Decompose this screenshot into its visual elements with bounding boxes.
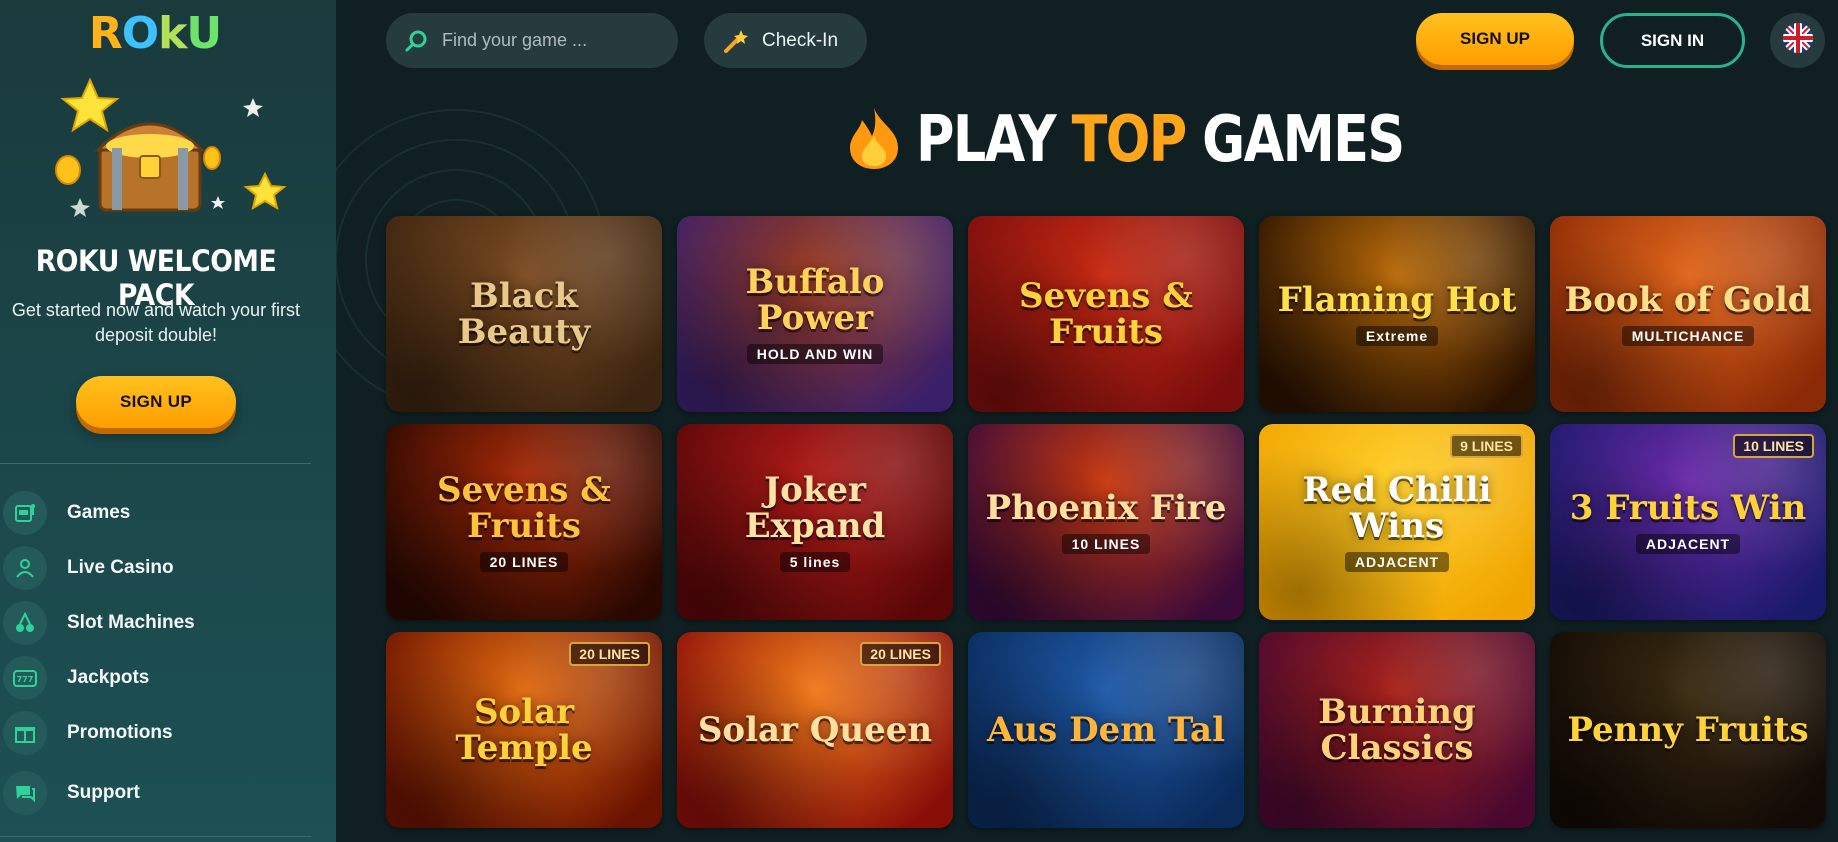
game-card[interactable]: Buffalo Power HOLD AND WIN	[677, 216, 953, 412]
game-title: Joker Expand	[744, 470, 886, 546]
sidebar-item-jackpots[interactable]: 777 Jackpots	[0, 655, 311, 701]
magic-wand-icon	[722, 27, 750, 55]
dealer-icon	[3, 546, 47, 590]
sidebar-item-promotions[interactable]: Promotions	[0, 710, 311, 756]
sidebar-divider	[0, 836, 311, 837]
game-card[interactable]: Joker Expand 5 lines	[677, 424, 953, 620]
main-content: Check-In SIGN UP SIGN IN PLAY TOP GAMES …	[336, 0, 1838, 842]
game-subtitle: 10 LINES	[1061, 534, 1151, 554]
game-card[interactable]: Sevens & Fruits	[968, 216, 1244, 412]
star-icon	[243, 98, 263, 117]
game-title: Solar Queen	[697, 710, 933, 750]
sidebar-item-label: Games	[67, 502, 131, 523]
uk-flag-icon	[1782, 22, 1814, 59]
game-title: Phoenix Fire	[985, 488, 1227, 528]
game-subtitle: Extreme	[1355, 326, 1439, 346]
header-signup-button[interactable]: SIGN UP	[1416, 13, 1574, 65]
game-card[interactable]: Red Chilli Wins ADJACENT 9 LINES	[1259, 424, 1535, 620]
star-icon	[243, 171, 287, 211]
section-heading: PLAY TOP GAMES	[846, 100, 1511, 180]
star-icon	[60, 77, 120, 133]
lines-badge: 10 LINES	[1733, 434, 1814, 458]
game-title: Aus Dem Tal	[987, 710, 1225, 750]
lines-badge: 9 LINES	[1450, 434, 1523, 458]
game-title: Red Chilli Wins	[1302, 470, 1492, 546]
welcome-pack-description: Get started now and watch your first dep…	[11, 300, 301, 345]
game-title: Burning Classics	[1318, 692, 1476, 768]
game-subtitle: MULTICHANCE	[1621, 326, 1755, 346]
game-card[interactable]: Black Beauty	[386, 216, 662, 412]
game-card[interactable]: Penny Fruits	[1550, 632, 1826, 828]
treasure-chest-illustration	[50, 77, 290, 228]
section-title-part2: GAMES	[1185, 103, 1405, 177]
game-subtitle: ADJACENT	[1344, 552, 1450, 572]
lines-badge: 20 LINES	[569, 642, 650, 666]
sidebar-item-label: Slot Machines	[67, 612, 195, 633]
star-icon	[211, 196, 225, 209]
sidebar-item-label: Live Casino	[67, 557, 174, 578]
sidebar-item-live-casino[interactable]: Live Casino	[0, 545, 311, 591]
sidebar-item-label: Jackpots	[67, 667, 150, 688]
header-signin-button[interactable]: SIGN IN	[1600, 13, 1745, 68]
game-title: Penny Fruits	[1567, 710, 1809, 750]
game-subtitle: 20 LINES	[479, 552, 569, 572]
game-title: Buffalo Power	[745, 262, 885, 338]
game-card[interactable]: Flaming Hot Extreme	[1259, 216, 1535, 412]
roku-logo[interactable]: ROkU	[0, 8, 310, 59]
game-card[interactable]: Book of Gold MULTICHANCE	[1550, 216, 1826, 412]
game-card[interactable]: Burning Classics	[1259, 632, 1535, 828]
game-card[interactable]: 3 Fruits Win ADJACENT 10 LINES	[1550, 424, 1826, 620]
sidebar-item-games[interactable]: Games	[0, 490, 311, 536]
language-selector[interactable]	[1770, 13, 1825, 68]
game-card[interactable]: Solar Temple 20 LINES	[386, 632, 662, 828]
game-title: Book of Gold	[1564, 280, 1812, 320]
chat-icon	[3, 771, 47, 815]
game-subtitle: ADJACENT	[1635, 534, 1741, 554]
game-card[interactable]: Solar Queen 20 LINES	[677, 632, 953, 828]
game-card[interactable]: Phoenix Fire 10 LINES	[968, 424, 1244, 620]
slot-machine-icon	[3, 491, 47, 535]
svg-text:777: 777	[17, 675, 34, 684]
game-subtitle: 5 lines	[779, 552, 851, 572]
fire-icon	[846, 106, 902, 175]
game-card[interactable]: Aus Dem Tal	[968, 632, 1244, 828]
sidebar-signup-button[interactable]: SIGN UP	[76, 376, 236, 428]
checkin-label: Check-In	[762, 29, 839, 51]
game-title: Solar Temple	[455, 692, 593, 768]
section-title-part1: PLAY	[916, 103, 1072, 177]
sidebar-item-support[interactable]: Support	[0, 770, 311, 816]
star-icon	[70, 198, 90, 217]
game-title: Black Beauty	[457, 276, 591, 352]
search-icon	[404, 28, 430, 54]
sidebar-item-slot-machines[interactable]: Slot Machines	[0, 600, 311, 646]
cherries-icon	[3, 601, 47, 645]
game-subtitle: HOLD AND WIN	[746, 344, 884, 364]
checkin-button[interactable]: Check-In	[704, 13, 867, 68]
sidebar-item-label: Support	[67, 782, 140, 803]
section-title-highlight: TOP	[1071, 103, 1188, 177]
sidebar-divider	[0, 463, 311, 464]
lines-badge: 20 LINES	[860, 642, 941, 666]
game-title: Sevens & Fruits	[1019, 276, 1193, 352]
search-box[interactable]	[386, 13, 678, 68]
game-title: 3 Fruits Win	[1569, 488, 1807, 528]
sidebar-item-label: Promotions	[67, 722, 173, 743]
game-title: Sevens & Fruits	[437, 470, 611, 546]
jackpot-777-icon: 777	[3, 656, 47, 700]
game-card[interactable]: Sevens & Fruits 20 LINES	[386, 424, 662, 620]
search-input[interactable]	[442, 30, 662, 51]
game-title: Flaming Hot	[1277, 280, 1517, 320]
sidebar: ROkU ROKU WELCOME PACK Get started now a…	[0, 0, 336, 842]
gift-icon	[3, 711, 47, 755]
